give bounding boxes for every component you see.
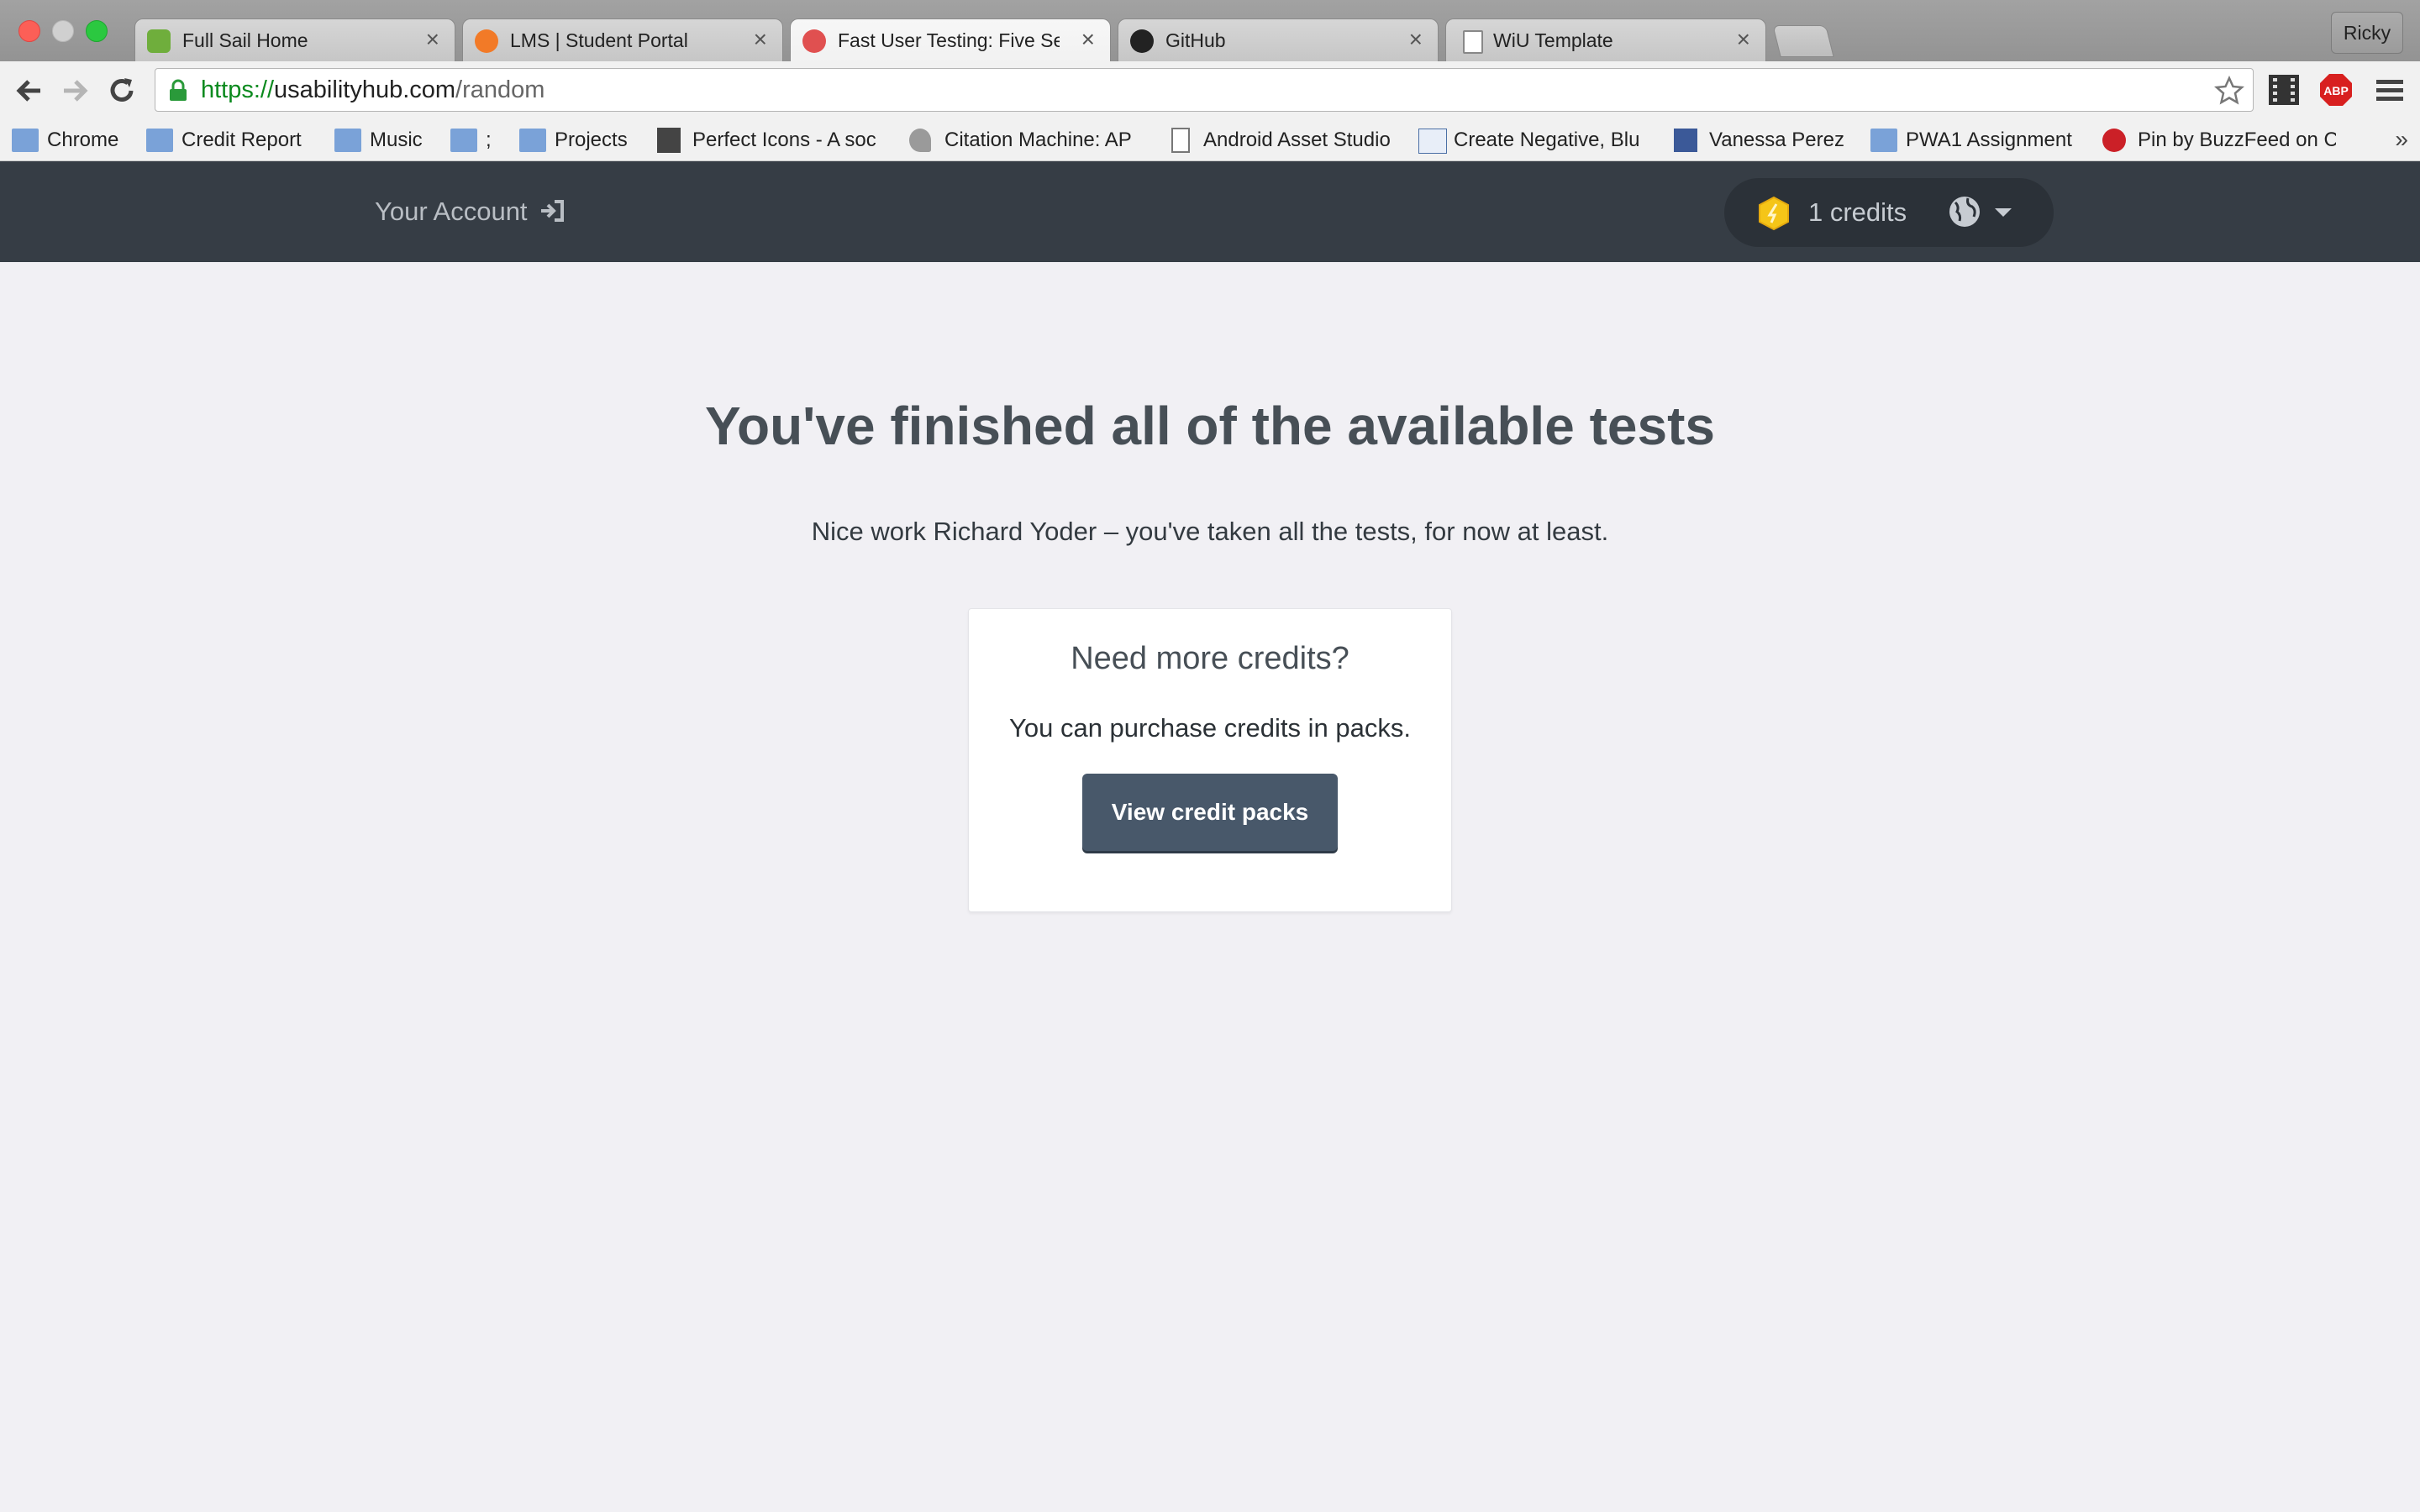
browser-toolbar: https://usabilityhub.com/random ABP [0,61,2420,120]
adblock-label: ABP [2323,84,2349,97]
sign-in-icon [541,200,565,222]
bookmark-label: Credit Report [182,129,302,151]
back-arrow-icon[interactable] [12,73,47,108]
bookmark-label: Perfect Icons - A soc [692,129,876,151]
squirrel-icon [909,129,931,152]
page-title: You've finished all of the available tes… [705,396,1715,456]
hg-icon [1418,129,1447,154]
bookmarks-bar: Chrome Credit Report Music ; Projects Pe… [0,120,2420,161]
bookmarks-overflow-icon[interactable]: » [2395,120,2408,159]
your-account-label: Your Account [375,197,528,226]
card-title: Need more credits? [1071,641,1349,676]
globe-icon [1949,197,1980,227]
folder-icon [450,129,477,152]
tab-title: Full Sail Home [182,29,308,51]
bookmark-item[interactable]: Pin by BuzzFeed on C [2101,120,2336,160]
bookmark-label: Music [370,129,423,151]
github-favicon [1130,29,1154,53]
credits-menu[interactable]: 1 credits [1724,178,2054,247]
adblock-extension-icon[interactable]: ABP [2319,73,2353,107]
folder-icon [146,129,173,152]
usabilityhub-favicon [802,29,826,53]
film-extension-icon[interactable] [2267,73,2301,107]
bookmark-label: ; [486,129,492,151]
browser-tab-strip: Full Sail Home × LMS | Student Portal × … [0,0,2420,63]
lms-favicon [475,29,498,53]
url-text: https://usabilityhub.com/random [201,76,545,103]
card-text: You can purchase credits in packs. [1009,713,1411,743]
browser-tab[interactable]: Full Sail Home × [134,18,455,61]
bookmark-item[interactable]: Chrome [10,120,136,160]
close-tab-icon[interactable]: × [1737,19,1750,60]
pi-icon [657,128,681,153]
bookmark-label: Chrome [47,129,119,151]
view-credit-packs-button[interactable]: View credit packs [1082,774,1338,851]
browser-tab[interactable]: LMS | Student Portal × [462,18,783,61]
site-header: Your Account 1 credits [0,161,2420,262]
completion-message: Nice work Richard Yoder – you've taken a… [811,517,1609,546]
bookmark-label: Projects [555,129,628,151]
lock-icon [170,79,187,101]
close-tab-icon[interactable]: × [1081,19,1095,60]
chrome-menu-icon[interactable] [2375,73,2405,107]
bookmark-label: Android Asset Studio [1203,129,1391,151]
tab-title: WiU Template [1493,29,1613,51]
close-tab-icon[interactable]: × [1409,19,1423,60]
your-account-link[interactable]: Your Account [375,161,565,262]
window-maximize-button[interactable] [86,20,108,42]
bookmark-star-icon[interactable] [2214,76,2244,106]
pinterest-icon [2102,129,2126,152]
bookmark-item[interactable]: PWA1 Assignment [1869,120,2079,160]
folder-icon [334,129,361,152]
bookmark-item[interactable]: Citation Machine: AP [908,120,1141,160]
window-minimize-button[interactable] [52,20,74,42]
tab-title: Fast User Testing: Five Sec [838,29,1060,51]
bookmark-item[interactable]: Projects [518,120,644,160]
browser-tab[interactable]: WiU Template × [1445,18,1766,61]
folder-icon [519,129,546,152]
chevron-down-icon [1995,208,2012,217]
profile-button[interactable]: Ricky [2331,12,2403,54]
fullsail-favicon [147,29,171,53]
bookmark-label: PWA1 Assignment [1906,129,2072,151]
browser-tab-active[interactable]: Fast User Testing: Five Sec × [790,18,1111,63]
window-close-button[interactable] [18,20,40,42]
bookmark-label: Citation Machine: AP [944,129,1132,151]
browser-tab[interactable]: GitHub × [1118,18,1439,61]
bookmark-item[interactable]: Music [333,120,442,160]
page-icon [1171,128,1190,153]
bookmark-label: Pin by BuzzFeed on C [2138,129,2336,151]
bookmark-item[interactable]: Perfect Icons - A soc [655,120,886,160]
bookmark-label: Vanessa Perez [1709,129,1844,151]
document-favicon [1463,30,1483,54]
credit-coin-icon [1759,196,1789,231]
tab-title: LMS | Student Portal [510,29,688,51]
bookmark-item[interactable]: Vanessa Perez [1672,120,1849,160]
bookmark-item[interactable]: Create Negative, Blu [1417,120,1649,160]
credits-count: 1 credits [1808,197,1907,227]
forward-arrow-icon[interactable] [57,73,92,108]
reload-icon[interactable] [104,73,139,108]
bookmark-label: Create Negative, Blu [1454,129,1640,151]
bookmark-item[interactable]: Android Asset Studio [1166,120,1398,160]
new-tab-button[interactable] [1772,25,1834,57]
close-tab-icon[interactable]: × [754,19,767,60]
bookmark-item[interactable]: ; [449,120,511,160]
facebook-icon [1674,129,1697,152]
folder-icon [1870,129,1897,152]
close-tab-icon[interactable]: × [426,19,439,60]
credits-card: Need more credits? You can purchase cred… [968,608,1452,912]
tab-title: GitHub [1165,29,1226,51]
bookmark-item[interactable]: Credit Report [145,120,321,160]
address-bar[interactable]: https://usabilityhub.com/random [155,68,2254,112]
folder-icon [12,129,39,152]
